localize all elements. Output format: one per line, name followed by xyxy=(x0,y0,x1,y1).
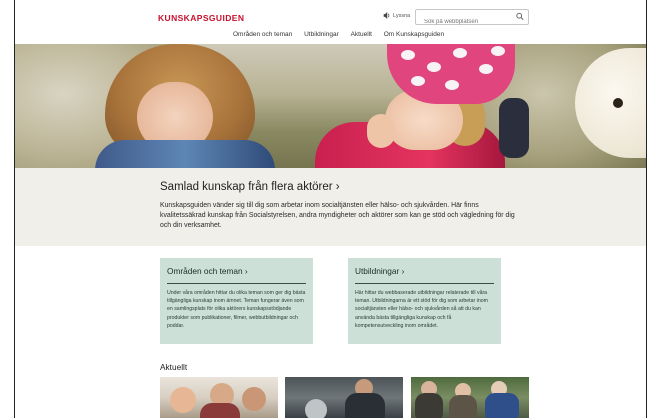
card-utbildningar[interactable]: Utbildningar › Här hittar du webbaserade… xyxy=(348,258,501,344)
nav-item-aktuellt[interactable]: Aktuellt xyxy=(351,31,372,38)
news-heading: Aktuellt xyxy=(160,362,188,372)
site-header: KUNSKAPSGUIDEN Lyssna Områden och teman … xyxy=(15,0,646,44)
card-title: Utbildningar › xyxy=(355,266,405,276)
search-input[interactable] xyxy=(416,16,514,28)
card-text: Under våra områden hittar du olika teman… xyxy=(167,290,306,329)
card-title: Områden och teman › xyxy=(167,266,248,276)
divider xyxy=(355,283,494,284)
nav-item-omraden[interactable]: Områden och teman xyxy=(233,31,292,38)
search-box xyxy=(415,9,529,28)
card-omraden-och-teman[interactable]: Områden och teman › Under våra områden h… xyxy=(160,258,313,344)
nav-item-utbildningar[interactable]: Utbildningar xyxy=(304,31,339,38)
page: KUNSKAPSGUIDEN Lyssna Områden och teman … xyxy=(15,0,646,418)
listen-label: Lyssna xyxy=(393,12,411,19)
right-border xyxy=(646,0,653,418)
hero-image xyxy=(15,44,646,168)
news-image-2[interactable] xyxy=(285,377,403,418)
listen-button[interactable]: Lyssna xyxy=(383,11,410,20)
intro-title-link[interactable]: Samlad kunskap från flera aktörer › xyxy=(160,181,340,193)
nav-item-om[interactable]: Om Kunskapsguiden xyxy=(384,31,444,38)
news-image-3[interactable] xyxy=(411,377,529,418)
news-image-1[interactable] xyxy=(160,377,278,418)
site-logo[interactable]: KUNSKAPSGUIDEN xyxy=(158,13,244,23)
intro-text: Kunskapsguiden vänder sig till dig som a… xyxy=(160,202,515,230)
left-border xyxy=(0,0,15,418)
speaker-icon xyxy=(383,12,390,19)
card-text: Här hittar du webbaserade utbildningar r… xyxy=(355,290,488,329)
intro-section: Samlad kunskap från flera aktörer › Kuns… xyxy=(15,168,646,246)
divider xyxy=(167,283,306,284)
search-icon[interactable] xyxy=(516,12,524,21)
